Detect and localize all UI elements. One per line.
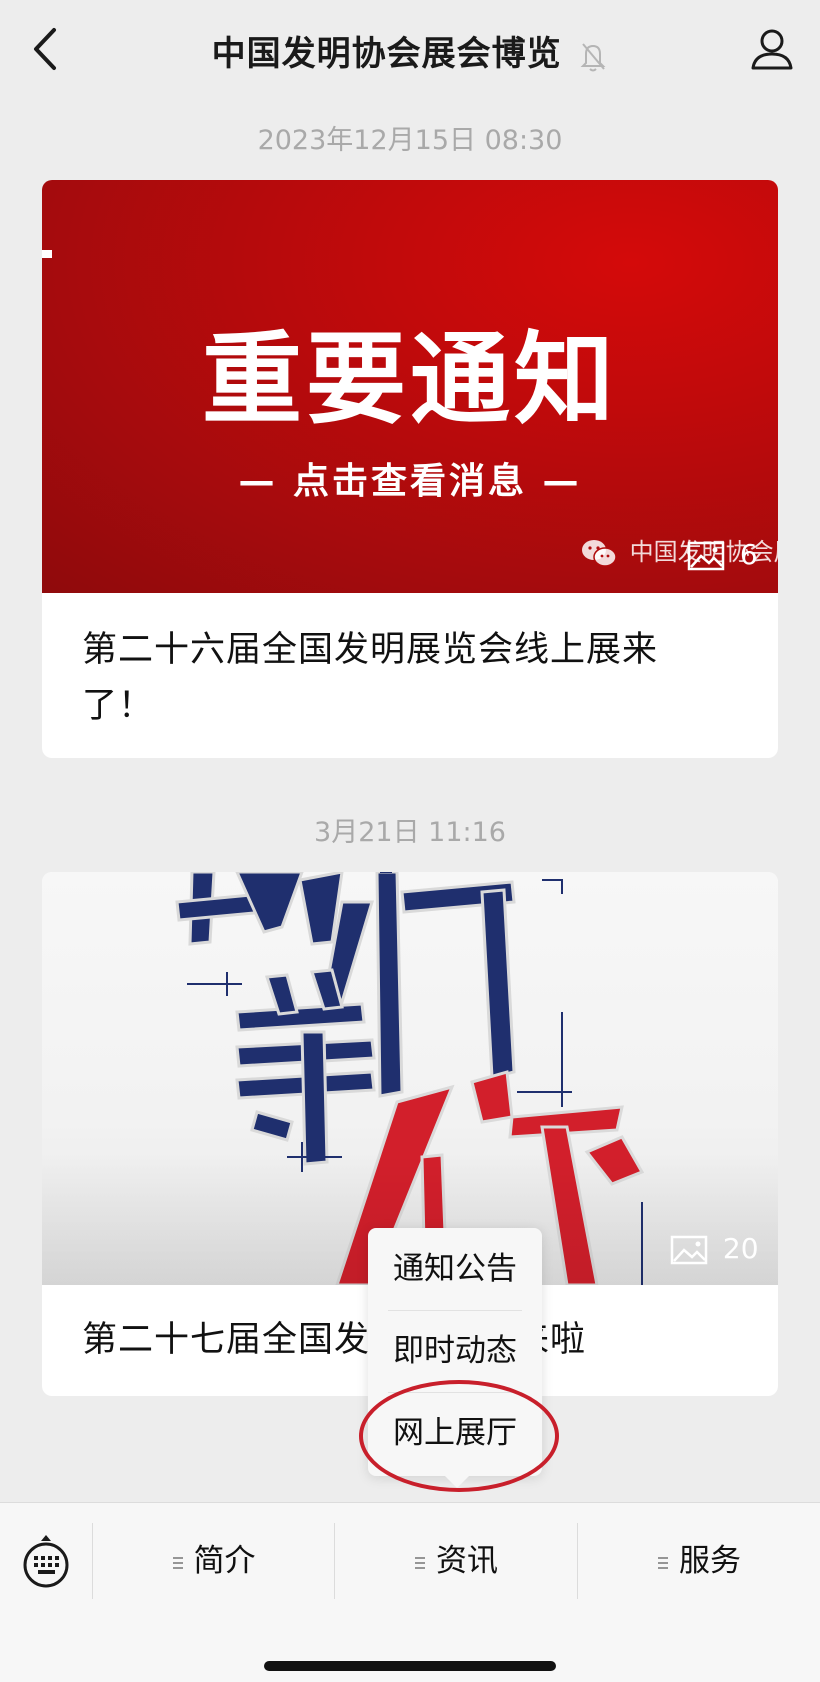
menu-tab-label: 资讯 [436, 1543, 498, 1579]
highlight-circle [359, 1380, 559, 1492]
message-timestamp: 3月21日 11:16 [314, 817, 506, 848]
person-icon[interactable] [750, 26, 794, 72]
menu-tab-label: 简介 [193, 1543, 256, 1579]
chat-header: 中国发明协会展会博览 [0, 0, 820, 100]
image-count: 20 [722, 1232, 759, 1265]
cover-banner-title: 重要通知 [202, 321, 618, 438]
image-count-badge: 20 [670, 1232, 759, 1265]
menu-tab-news[interactable]: 资讯 [335, 1523, 577, 1599]
menu-tab-service[interactable]: 服务 [578, 1523, 820, 1599]
chat-title: 中国发明协会展会博览 [211, 34, 562, 74]
message-timestamp: 2023年12月15日 08:30 [257, 125, 563, 156]
image-icon [670, 1235, 708, 1265]
article-cover-image: 重要通知 — 点击查看消息 — 中国发明协会展 6 [42, 180, 778, 593]
menu-lines-icon [658, 1556, 668, 1569]
article-title: 第二十六届全国发明展览会线上展来了！ [82, 630, 659, 726]
submenu-item-notice[interactable]: 通知公告 [368, 1228, 542, 1310]
bell-slash-icon [581, 42, 606, 71]
cover-edge-mark [42, 250, 52, 258]
wechat-icon [582, 540, 617, 567]
menu-lines-icon [172, 1556, 183, 1569]
image-count-badge: 6 [687, 538, 758, 571]
home-indicator [264, 1661, 556, 1671]
article-cover-image: 20 [42, 872, 778, 1285]
chat-title-wrap: 中国发明协会展会博览 [0, 26, 820, 75]
image-icon [687, 541, 725, 571]
menu-tab-label: 服务 [679, 1543, 741, 1579]
article-card[interactable]: 重要通知 — 点击查看消息 — 中国发明协会展 6 第二十六届全国发明展览会线上… [42, 180, 778, 758]
keyboard-icon[interactable] [22, 1533, 70, 1589]
menu-lines-icon [415, 1556, 425, 1569]
bottom-menu-bar: 简介 资讯 服务 [0, 1502, 820, 1682]
cover-banner-subtitle: — 点击查看消息 — [238, 461, 582, 502]
image-count: 6 [739, 538, 758, 571]
menu-tab-intro[interactable]: 简介 [93, 1523, 334, 1599]
